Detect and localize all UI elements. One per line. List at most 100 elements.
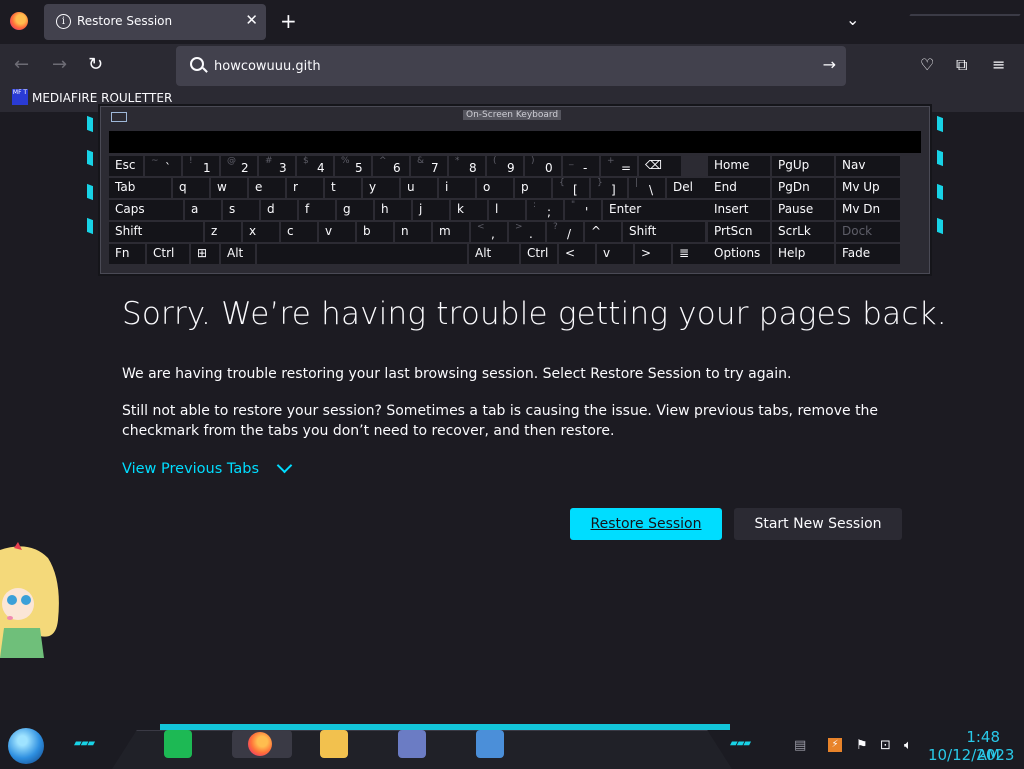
bookmark-mediafire-rouletter[interactable]: MEDIAFIRE ROULETTER — [32, 91, 172, 105]
osk-key-tab[interactable]: Tab — [109, 178, 171, 198]
osk-key-1[interactable]: ! 1 — [183, 156, 219, 176]
osk-key-nav[interactable]: Nav — [836, 156, 900, 176]
osk-key-k[interactable]: k — [451, 200, 487, 220]
osk-key-8[interactable]: * 8 — [449, 156, 485, 176]
osk-key-del[interactable]: Del — [667, 178, 709, 198]
osk-key-[interactable]: <, — [471, 222, 507, 242]
url-input[interactable] — [214, 56, 774, 76]
osk-key-pgdn[interactable]: PgDn — [772, 178, 834, 198]
reload-icon[interactable]: ↻ — [88, 54, 103, 75]
osk-key-n[interactable]: n — [395, 222, 431, 242]
close-icon[interactable]: ✕ — [245, 11, 258, 29]
osk-key-[interactable]: ~ ` — [145, 156, 181, 176]
osk-key-f[interactable]: f — [299, 200, 335, 220]
osk-key-q[interactable]: q — [173, 178, 209, 198]
osk-key-[interactable]: " ' — [565, 200, 601, 220]
osk-key-5[interactable]: % 5 — [335, 156, 371, 176]
osk-key-j[interactable]: j — [413, 200, 449, 220]
osk-key-[interactable]: ^ — [585, 222, 621, 242]
osk-key-[interactable]: ⌫ — [639, 156, 681, 176]
osk-key-alt[interactable]: Alt — [221, 244, 255, 264]
osk-key-6[interactable]: ^ 6 — [373, 156, 409, 176]
osk-key-shift[interactable]: Shift — [623, 222, 705, 242]
go-arrow-icon[interactable]: → — [823, 55, 836, 74]
osk-key-s[interactable]: s — [223, 200, 259, 220]
volume-icon[interactable]: 🔈︎ — [904, 738, 912, 753]
osk-key-help[interactable]: Help — [772, 244, 834, 264]
osk-key-z[interactable]: z — [205, 222, 241, 242]
osk-key-pgup[interactable]: PgUp — [772, 156, 834, 176]
osk-key-[interactable]: + = — [601, 156, 637, 176]
osk-key-end[interactable]: End — [708, 178, 770, 198]
osk-key-fade[interactable]: Fade — [836, 244, 900, 264]
osk-key-0[interactable]: ) 0 — [525, 156, 561, 176]
osk-key-l[interactable]: l — [489, 200, 525, 220]
osk-key-[interactable]: :; — [527, 200, 563, 220]
osk-key-v[interactable]: v — [319, 222, 355, 242]
osk-key-m[interactable]: m — [433, 222, 469, 242]
osk-key-i[interactable]: i — [439, 178, 475, 198]
tab-restore-session[interactable]: i Restore Session ✕ — [44, 4, 266, 40]
osk-key-r[interactable]: r — [287, 178, 323, 198]
spotify-icon[interactable] — [164, 730, 192, 758]
forward-icon[interactable]: → — [52, 54, 67, 75]
osk-key-e[interactable]: e — [249, 178, 285, 198]
osk-key-[interactable]: ? / — [547, 222, 583, 242]
osk-key-[interactable]: _ - — [563, 156, 599, 176]
osk-key-y[interactable]: y — [363, 178, 399, 198]
osk-key-ctrl[interactable]: Ctrl — [521, 244, 557, 264]
osk-key-a[interactable]: a — [185, 200, 221, 220]
osk-key-ctrl[interactable]: Ctrl — [147, 244, 189, 264]
osk-key-[interactable]: }] — [591, 178, 627, 198]
clock-date[interactable]: 10/12/2023 — [928, 746, 1014, 764]
osk-key-shift[interactable]: Shift — [109, 222, 203, 242]
file-explorer-icon[interactable] — [320, 730, 348, 758]
osk-key-x[interactable]: x — [243, 222, 279, 242]
osk-key-options[interactable]: Options — [708, 244, 770, 264]
network-icon[interactable]: ⊡ — [880, 738, 891, 753]
osk-key-b[interactable]: b — [357, 222, 393, 242]
osk-key-enter[interactable]: Enter — [603, 200, 713, 220]
osk-key-p[interactable]: p — [515, 178, 551, 198]
start-button[interactable] — [8, 728, 44, 764]
osk-key-scrlk[interactable]: ScrLk — [772, 222, 834, 242]
chevron-down-icon[interactable] — [276, 457, 293, 474]
chevron-down-icon[interactable]: ⌄ — [846, 10, 859, 29]
osk-key-o[interactable]: o — [477, 178, 513, 198]
new-tab-button[interactable]: + — [280, 9, 297, 33]
osk-key-g[interactable]: g — [337, 200, 373, 220]
osk-key-u[interactable]: u — [401, 178, 437, 198]
osk-key-9[interactable]: (9 — [487, 156, 523, 176]
osk-key-[interactable]: >. — [509, 222, 545, 242]
osk-key-[interactable]: | \ — [629, 178, 665, 198]
extensions-icon[interactable]: ⧉ — [956, 55, 967, 75]
osk-key-3[interactable]: #3 — [259, 156, 295, 176]
osk-key-home[interactable]: Home — [708, 156, 770, 176]
back-icon[interactable]: ← — [14, 54, 29, 75]
menu-icon[interactable]: ≡ — [992, 55, 1005, 74]
osk-key-w[interactable]: w — [211, 178, 247, 198]
on-screen-keyboard-icon[interactable] — [476, 730, 504, 758]
osk-key-v[interactable]: v — [597, 244, 633, 264]
osk-key-h[interactable]: h — [375, 200, 411, 220]
osk-key-[interactable]: {[ — [553, 178, 589, 198]
osk-key-pause[interactable]: Pause — [772, 200, 834, 220]
osk-key-mvdn[interactable]: Mv Dn — [836, 200, 900, 220]
url-bar[interactable]: → — [176, 46, 846, 86]
osk-key-esc[interactable]: Esc — [109, 156, 143, 176]
osk-key-t[interactable]: t — [325, 178, 361, 198]
osk-key-dock[interactable]: Dock — [836, 222, 900, 242]
osk-key-insert[interactable]: Insert — [708, 200, 770, 220]
app-tray-icon[interactable]: ⚡ — [828, 738, 842, 752]
osk-key-fn[interactable]: Fn — [109, 244, 145, 264]
osk-key-caps[interactable]: Caps — [109, 200, 183, 220]
osk-key-space[interactable] — [257, 244, 467, 264]
firefox-taskbar-button[interactable] — [232, 730, 292, 758]
osk-key-[interactable]: < — [559, 244, 595, 264]
osk-key-d[interactable]: d — [261, 200, 297, 220]
osk-key-alt[interactable]: Alt — [469, 244, 519, 264]
restore-session-button[interactable]: Restore Session — [570, 508, 722, 540]
start-new-session-button[interactable]: Start New Session — [734, 508, 902, 540]
view-previous-tabs-link[interactable]: View Previous Tabs — [122, 461, 259, 477]
osk-key-2[interactable]: @2 — [221, 156, 257, 176]
